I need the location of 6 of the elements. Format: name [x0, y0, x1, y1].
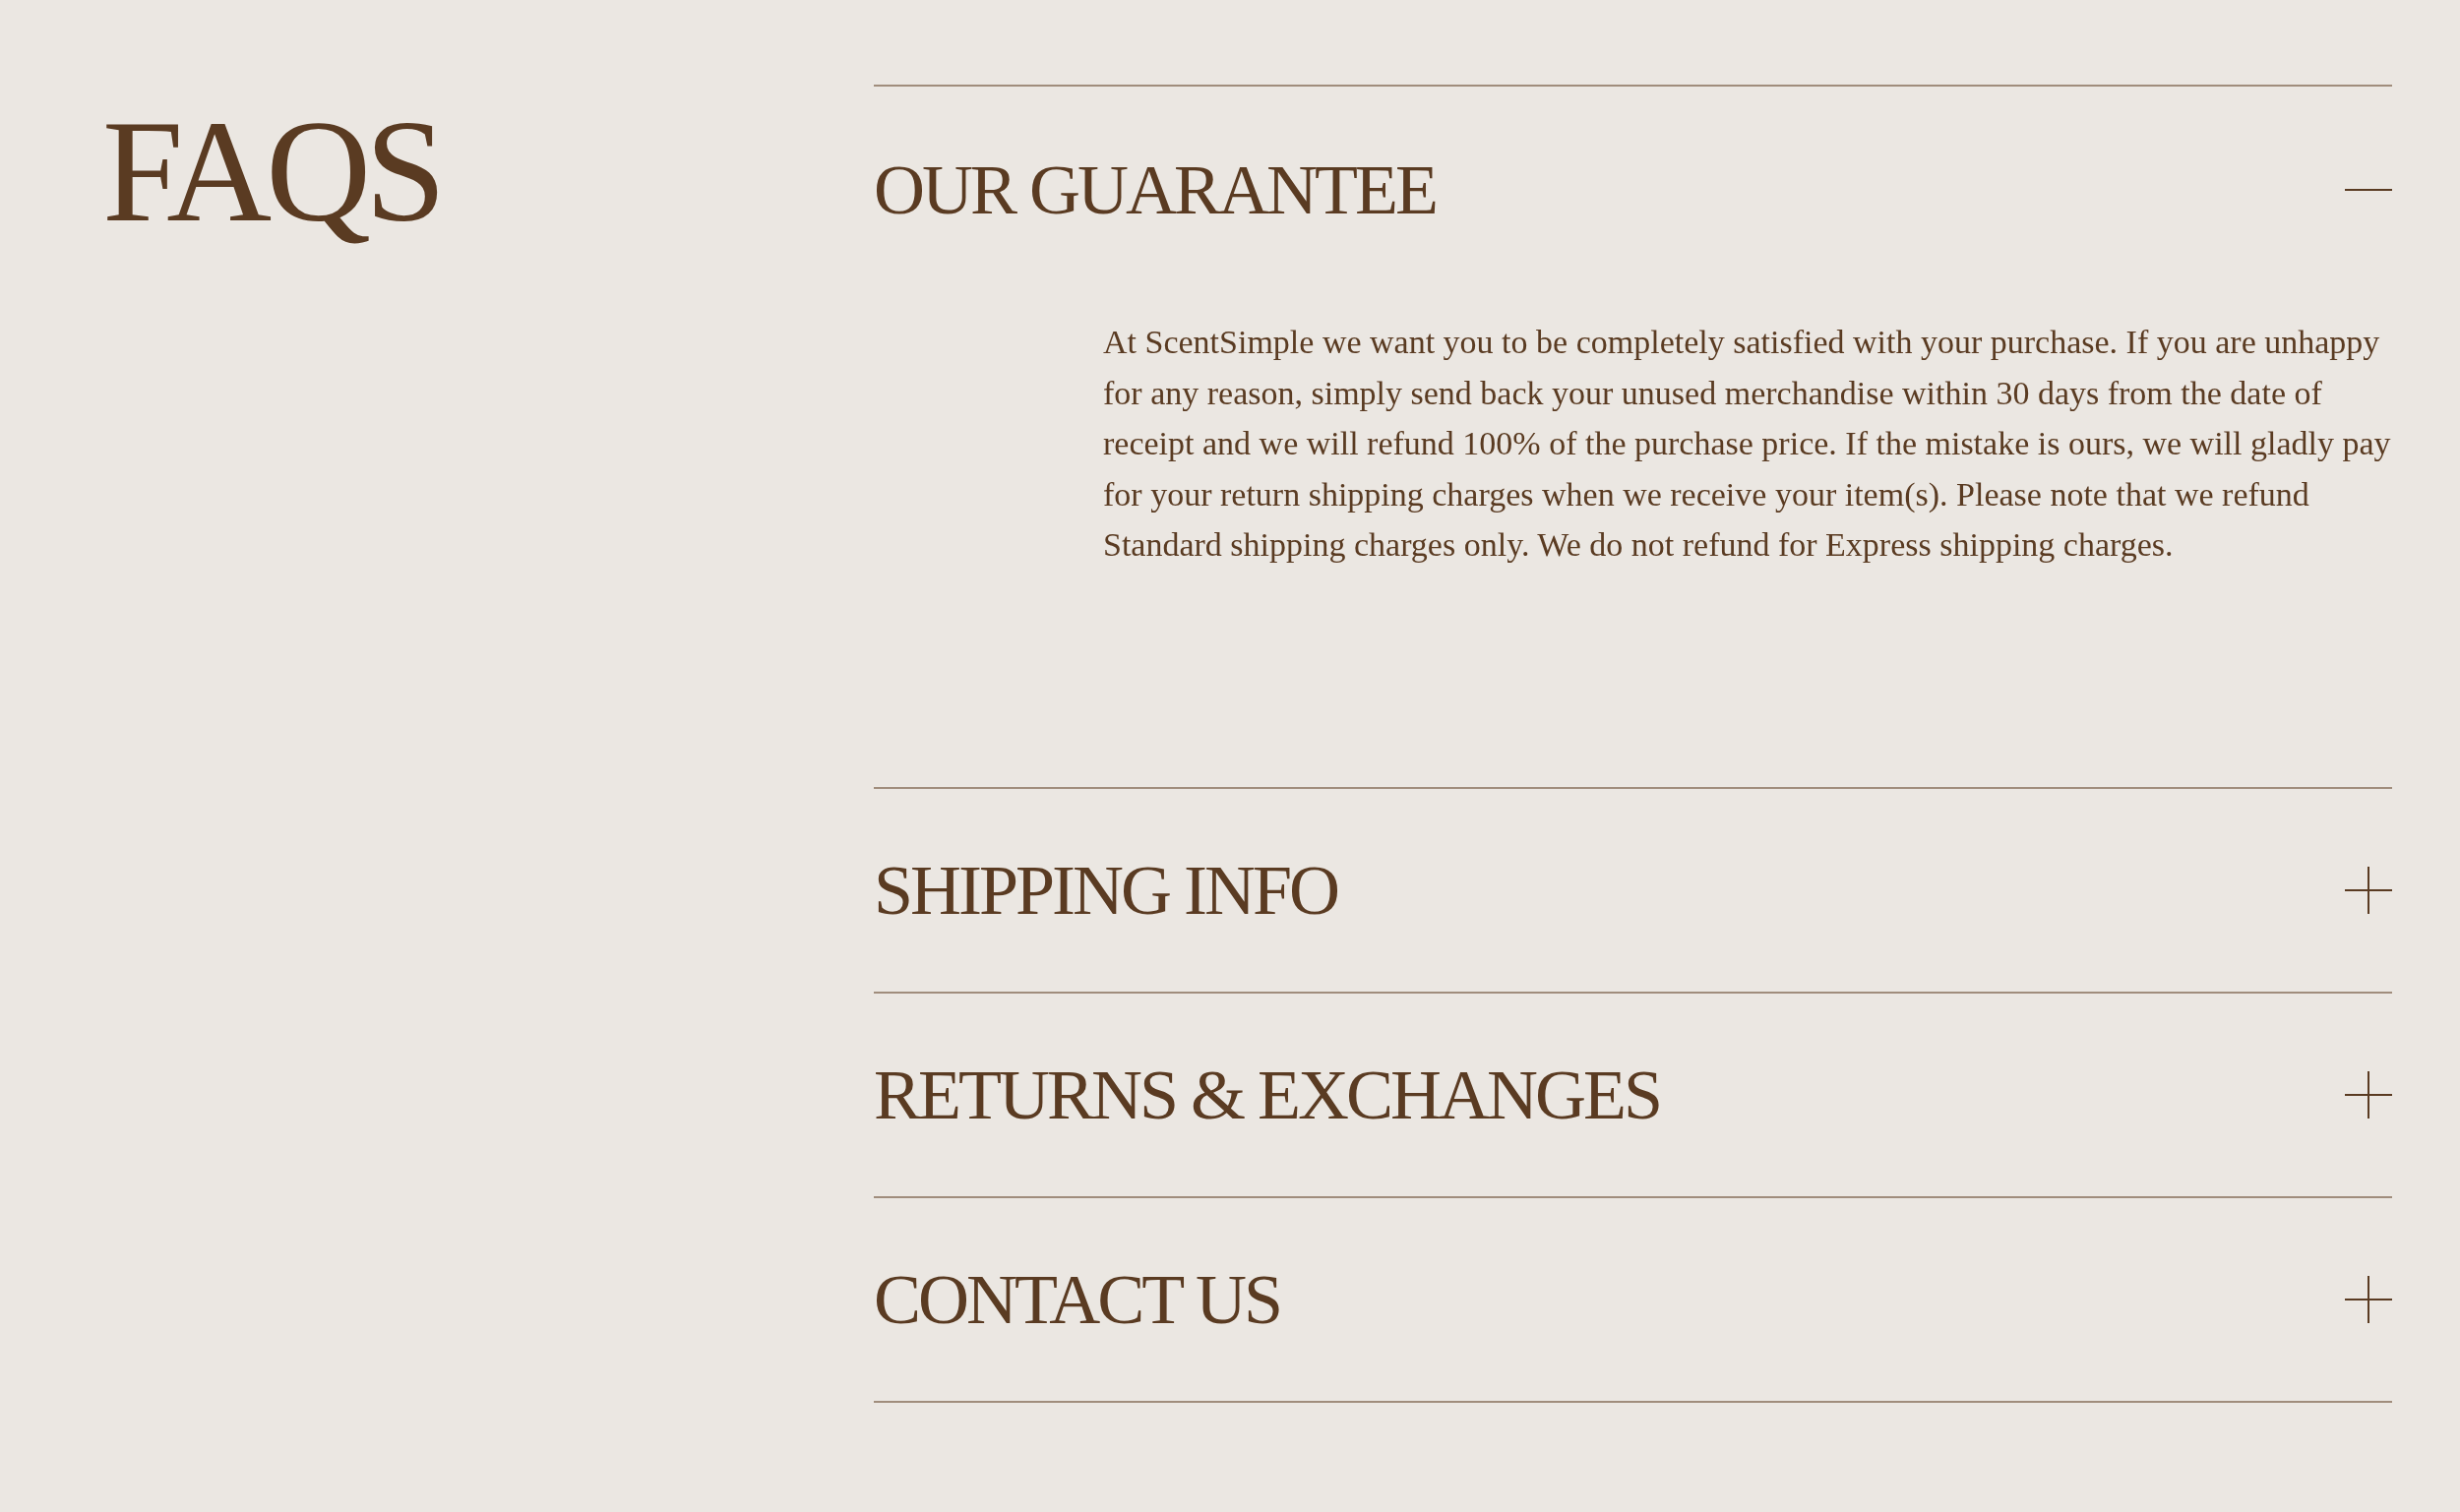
accordion-header[interactable]: SHIPPING INFO	[874, 788, 2392, 992]
accordion-header[interactable]: OUR GUARANTEE	[874, 87, 2392, 293]
page-title: FAQS	[102, 90, 441, 244]
accordion-header[interactable]: RETURNS & EXCHANGES	[874, 993, 2392, 1196]
accordion-header[interactable]: CONTACT US	[874, 1197, 2392, 1401]
answer-text: At ScentSimple we want you to be completely satisfied with your purchase. If you are unhappy for any reason, simply send back your unused merchandise within 30 days from the date of receipt and we will refund 100% of the purchase price. If the mistake is ours, we will gladly pay for your return shipping charges when we receive your item(s). Please note that we refund Standard shipping charges only. We do not refund for Express shipping charges.	[1103, 323, 2392, 565]
